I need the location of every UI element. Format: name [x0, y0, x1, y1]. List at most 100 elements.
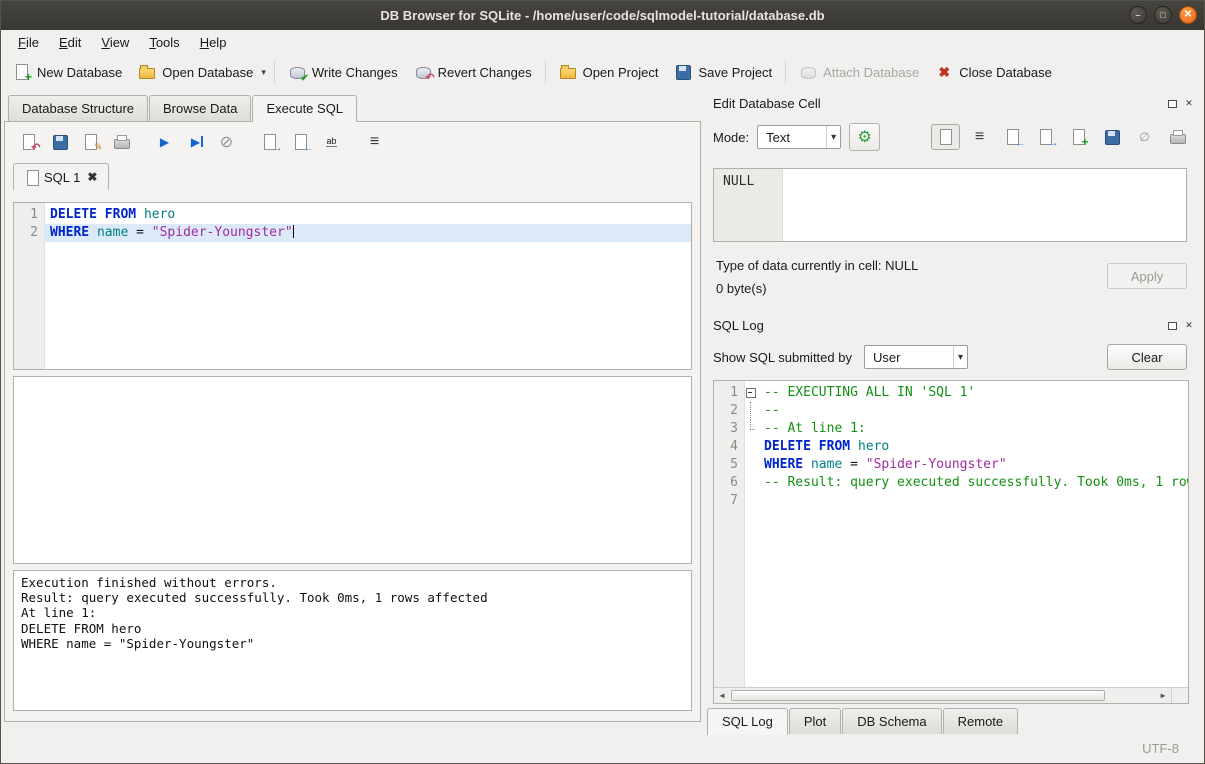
cell-value-editor[interactable]: NULL — [713, 168, 1187, 242]
print-sql-button[interactable] — [108, 130, 135, 154]
save-project-icon — [674, 63, 692, 81]
tab-execute-sql[interactable]: Execute SQL — [252, 95, 357, 122]
code-line[interactable]: 1DELETE FROM hero — [14, 206, 691, 224]
export-results-button[interactable] — [256, 130, 283, 154]
auto-switch-mode-button[interactable] — [849, 123, 880, 151]
save-sql-file-button[interactable] — [46, 130, 73, 154]
apply-button: Apply — [1107, 263, 1187, 289]
print-icon — [1169, 128, 1187, 146]
float-panel-icon[interactable] — [1166, 320, 1178, 332]
close-panel-icon[interactable] — [1183, 98, 1195, 110]
scroll-left-icon[interactable]: ◀ — [714, 689, 730, 703]
menu-view[interactable]: View — [91, 32, 139, 53]
open-database-dropdown[interactable]: ▾ — [258, 61, 269, 84]
code-token: name — [97, 225, 128, 240]
cell-word-wrap-button[interactable] — [966, 125, 993, 149]
save-sql-as-button[interactable] — [77, 130, 104, 154]
tab-sql-log[interactable]: SQL Log — [707, 708, 788, 735]
new-database-button[interactable]: New Database — [5, 59, 130, 85]
scrollbar-thumb[interactable] — [731, 690, 1105, 701]
fold-guide — [744, 402, 758, 420]
gear-icon — [856, 128, 874, 146]
new-database-label: New Database — [37, 65, 122, 80]
write-changes-button[interactable]: Write Changes — [280, 59, 406, 85]
menu-help[interactable]: Help — [190, 32, 237, 53]
import-sql-button[interactable] — [287, 130, 314, 154]
find-replace-button[interactable] — [318, 130, 345, 154]
line-number: 2 — [14, 224, 44, 242]
execute-line-button[interactable] — [182, 130, 209, 154]
code-line[interactable]: 1-- EXECUTING ALL IN 'SQL 1' — [714, 384, 1188, 402]
sql-tab-close-icon[interactable]: ✖ — [86, 170, 98, 184]
results-grid[interactable] — [13, 376, 692, 564]
set-null-button[interactable] — [1131, 125, 1158, 149]
code-token: DELETE — [50, 207, 97, 222]
code-line[interactable]: 4DELETE FROM hero — [714, 438, 1188, 456]
sql-log-title: SQL Log — [713, 318, 764, 333]
code-line[interactable]: 5WHERE name = "Spider-Youngster" — [714, 456, 1188, 474]
tab-database-structure[interactable]: Database Structure — [8, 95, 148, 121]
tab-remote[interactable]: Remote — [943, 708, 1019, 734]
left-panel: Database Structure Browse Data Execute S… — [4, 93, 701, 722]
code-line[interactable]: 2WHERE name = "Spider-Youngster" — [14, 224, 691, 242]
horizontal-scrollbar[interactable]: ◀ ▶ — [714, 687, 1188, 703]
text-mode-button[interactable] — [931, 124, 960, 150]
minimize-button[interactable]: – — [1129, 6, 1147, 24]
sql-editor[interactable]: 1DELETE FROM hero2WHERE name = "Spider-Y… — [13, 202, 692, 370]
fold-collapse-icon[interactable] — [744, 384, 758, 402]
set-null-icon — [1136, 128, 1154, 146]
sql-tab-bar: SQL 1 ✖ — [5, 160, 700, 190]
tab-plot[interactable]: Plot — [789, 708, 841, 734]
save-cell-as-button[interactable] — [1098, 125, 1125, 149]
sql-1-tab[interactable]: SQL 1 ✖ — [13, 163, 109, 190]
export-cell-button[interactable] — [1032, 125, 1059, 149]
sql-toolbar — [5, 122, 700, 160]
scroll-right-icon[interactable]: ▶ — [1155, 689, 1171, 703]
code-token: name — [811, 457, 842, 472]
execute-all-button[interactable] — [151, 130, 178, 154]
stop-execution-button — [213, 130, 240, 154]
menu-bar: File Edit View Tools Help — [0, 31, 1205, 54]
close-panel-icon[interactable] — [1183, 320, 1195, 332]
scrollbar-track[interactable] — [730, 689, 1155, 703]
menu-edit[interactable]: Edit — [49, 32, 91, 53]
sql-file-icon — [24, 169, 38, 185]
close-database-button[interactable]: Close Database — [927, 59, 1060, 85]
revert-changes-button[interactable]: Revert Changes — [406, 59, 540, 85]
clear-log-button[interactable]: Clear — [1107, 344, 1187, 370]
close-button[interactable]: ✕ — [1179, 6, 1197, 24]
menu-file[interactable]: File — [8, 32, 49, 53]
execution-output[interactable]: Execution finished without errors. Resul… — [13, 570, 692, 711]
code-line[interactable]: 6-- Result: query executed successfully.… — [714, 474, 1188, 492]
code-line[interactable]: 7 — [714, 492, 1188, 510]
submitted-by-select[interactable]: User — [864, 345, 968, 369]
open-database-button[interactable]: Open Database — [130, 59, 261, 85]
tab-db-schema[interactable]: DB Schema — [842, 708, 941, 734]
word-wrap-button[interactable] — [361, 130, 388, 154]
menu-tools[interactable]: Tools — [139, 32, 189, 53]
code-line[interactable]: 2-- — [714, 402, 1188, 420]
title-bar[interactable]: DB Browser for SQLite - /home/user/code/… — [0, 0, 1205, 30]
mode-select[interactable]: Text — [757, 125, 841, 149]
open-sql-file-button[interactable] — [15, 130, 42, 154]
tab-browse-data[interactable]: Browse Data — [149, 95, 251, 121]
window-title: DB Browser for SQLite - /home/user/code/… — [380, 8, 824, 23]
dock-tab-bar: SQL Log Plot DB Schema Remote — [707, 708, 1019, 734]
attach-database-icon — [799, 63, 817, 81]
code-line[interactable]: 3-- At line 1: — [714, 420, 1188, 438]
code-token: -- EXECUTING ALL IN 'SQL 1' — [764, 385, 975, 400]
copy-cell-button[interactable] — [1065, 125, 1092, 149]
save-project-button[interactable]: Save Project — [666, 59, 780, 85]
import-cell-button[interactable] — [999, 125, 1026, 149]
float-panel-icon[interactable] — [1166, 98, 1178, 110]
write-changes-label: Write Changes — [312, 65, 398, 80]
open-project-button[interactable]: Open Project — [551, 59, 667, 85]
fold-guide — [744, 456, 758, 474]
main-toolbar: New Database Open Database ▾ Write Chang… — [0, 54, 1205, 90]
sql-log-view[interactable]: 1-- EXECUTING ALL IN 'SQL 1'2--3-- At li… — [713, 380, 1189, 704]
execute-all-icon — [156, 133, 174, 151]
code-token: WHERE — [50, 225, 89, 240]
print-cell-button[interactable] — [1164, 125, 1191, 149]
code-token: hero — [144, 207, 175, 222]
maximize-button[interactable]: □ — [1154, 6, 1172, 24]
